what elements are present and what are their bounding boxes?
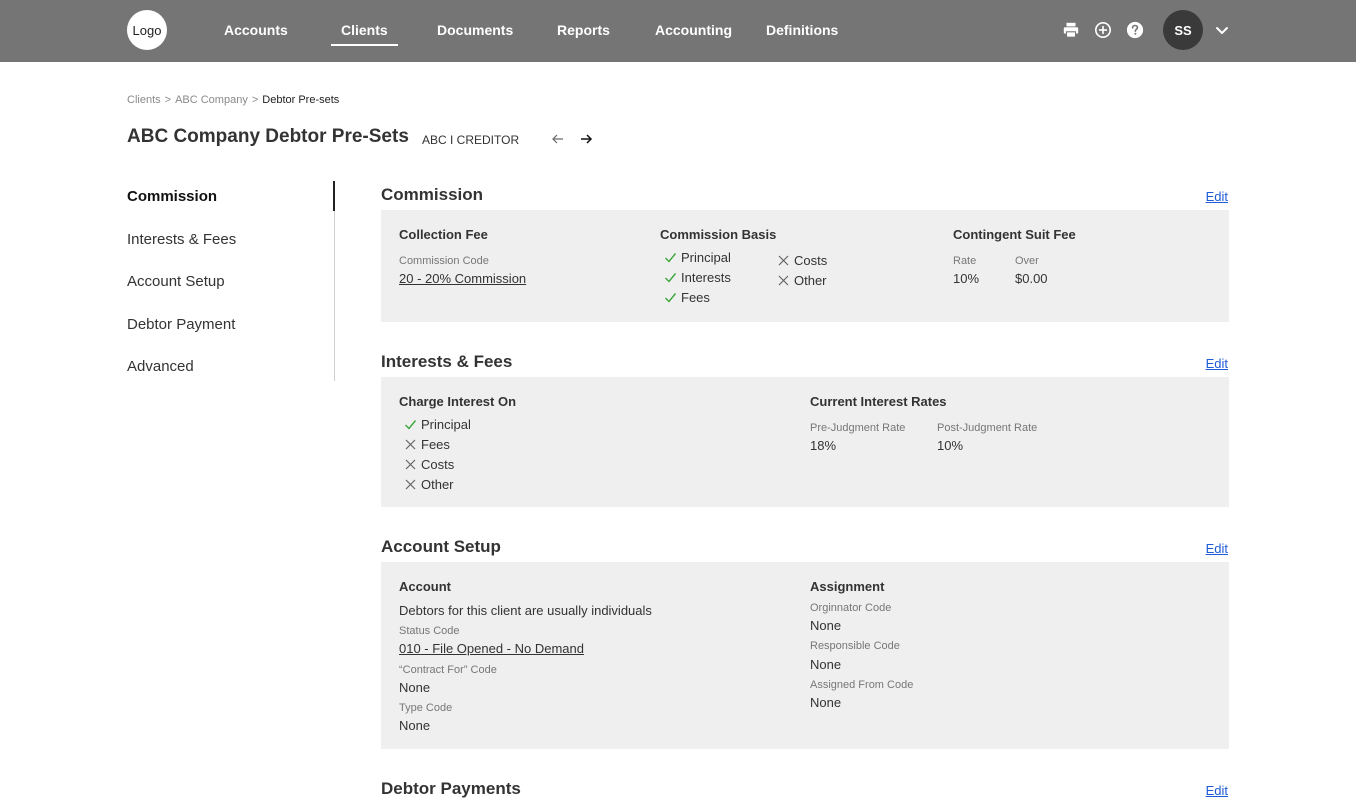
check-icon <box>665 253 677 263</box>
nav-accounts[interactable]: Accounts <box>224 22 288 38</box>
type-code-value: None <box>399 718 431 733</box>
basis-interests: Interests <box>664 270 731 285</box>
basis-costs: Costs <box>777 253 827 268</box>
printer-icon[interactable] <box>1061 20 1081 40</box>
charge-interest-label: Charge Interest On <box>399 394 517 409</box>
breadcrumb-separator: > <box>251 94 259 106</box>
edit-commission-link[interactable]: Edit <box>1206 189 1228 204</box>
chevron-down-icon[interactable] <box>1213 21 1231 39</box>
charge-costs: Costs <box>404 457 454 472</box>
originator-code-label: Orginnator Code <box>810 602 892 614</box>
commission-basis-label: Commission Basis <box>660 227 777 242</box>
basis-principal: Principal <box>664 250 731 265</box>
x-icon <box>405 439 416 450</box>
assignment-label: Assignment <box>810 579 885 594</box>
responsible-code-label: Responsible Code <box>810 640 900 652</box>
edit-interests-link[interactable]: Edit <box>1206 356 1228 371</box>
check-icon <box>665 293 677 303</box>
check-icon <box>405 420 417 430</box>
contract-for-code-label: “Contract For” Code <box>399 664 497 676</box>
rate-label: Rate <box>953 255 977 267</box>
contingent-suit-fee-label: Contingent Suit Fee <box>953 227 1076 242</box>
charge-costs-text: Costs <box>421 457 455 472</box>
page-title: ABC Company Debtor Pre-Sets <box>127 126 409 147</box>
basis-principal-text: Principal <box>681 250 731 265</box>
current-interest-rates-label: Current Interest Rates <box>810 394 947 409</box>
collection-fee-label: Collection Fee <box>399 227 488 242</box>
basis-other-text: Other <box>794 273 827 288</box>
edit-debtor-payments-link[interactable]: Edit <box>1206 783 1228 798</box>
charge-fees: Fees <box>404 437 450 452</box>
charge-principal: Principal <box>404 417 471 432</box>
plus-circle-icon[interactable] <box>1093 20 1113 40</box>
arrow-right-icon[interactable] <box>578 131 594 147</box>
charge-principal-text: Principal <box>421 417 471 432</box>
help-icon[interactable] <box>1125 20 1145 40</box>
basis-other: Other <box>777 273 827 288</box>
logo[interactable]: Logo <box>127 10 167 50</box>
arrow-left-icon[interactable] <box>550 131 566 147</box>
post-judgment-rate-value: 10% <box>937 438 964 453</box>
assigned-from-code-value: None <box>810 695 842 710</box>
sidenav-item-advanced[interactable]: Advanced <box>127 358 194 375</box>
status-code-link[interactable]: 010 - File Opened - No Demand <box>399 641 584 656</box>
account-description: Debtors for this client are usually indi… <box>399 603 652 618</box>
x-icon <box>405 459 416 470</box>
sidenav-divider <box>334 181 335 381</box>
account-setup-panel: Account Debtors for this client are usua… <box>381 562 1229 749</box>
basis-costs-text: Costs <box>794 253 828 268</box>
avatar[interactable]: SS <box>1163 10 1203 50</box>
assigned-from-code-label: Assigned From Code <box>810 679 914 691</box>
sidenav-item-account-setup[interactable]: Account Setup <box>127 273 225 290</box>
originator-code-value: None <box>810 618 842 633</box>
breadcrumb: Clients > ABC Company > Debtor Pre-sets <box>127 94 339 106</box>
breadcrumb-separator: > <box>164 94 172 106</box>
nav-definitions[interactable]: Definitions <box>766 22 838 38</box>
commission-panel: Collection Fee Commission Code 20 - 20% … <box>381 210 1229 322</box>
section-title-debtor-payments: Debtor Payments <box>381 779 521 798</box>
responsible-code-value: None <box>810 657 842 672</box>
sidenav-active-indicator <box>333 181 335 211</box>
charge-fees-text: Fees <box>421 437 450 452</box>
basis-fees-text: Fees <box>681 290 710 305</box>
status-code-label: Status Code <box>399 625 460 637</box>
breadcrumb-clients[interactable]: Clients <box>127 94 161 106</box>
commission-code-link[interactable]: 20 - 20% Commission <box>399 271 526 286</box>
rate-value: 10% <box>953 271 980 286</box>
contract-for-code-value: None <box>399 680 431 695</box>
post-judgment-rate-label: Post-Judgment Rate <box>937 422 1038 434</box>
nav-documents[interactable]: Documents <box>437 22 513 38</box>
x-icon <box>778 255 789 266</box>
nav-clients[interactable]: Clients <box>331 22 398 46</box>
over-label: Over <box>1015 255 1039 267</box>
over-value: $0.00 <box>1015 271 1048 286</box>
section-title-interests-fees: Interests & Fees <box>381 352 513 371</box>
nav-accounting[interactable]: Accounting <box>655 22 732 38</box>
x-icon <box>778 275 789 286</box>
breadcrumb-abc-company[interactable]: ABC Company <box>175 94 248 106</box>
breadcrumb-current: Debtor Pre-sets <box>262 94 340 106</box>
pre-judgment-rate-value: 18% <box>810 438 837 453</box>
basis-interests-text: Interests <box>681 270 731 285</box>
charge-other: Other <box>404 477 454 492</box>
section-title-account-setup: Account Setup <box>381 537 501 556</box>
top-nav: Logo Accounts Clients Documents Reports … <box>0 0 1356 62</box>
x-icon <box>405 479 416 490</box>
nav-reports[interactable]: Reports <box>557 22 610 38</box>
account-label: Account <box>399 579 451 594</box>
charge-other-text: Other <box>421 477 454 492</box>
page-subtitle: ABC I CREDITOR <box>422 133 520 147</box>
check-icon <box>665 273 677 283</box>
section-title-commission: Commission <box>381 185 484 204</box>
commission-code-label: Commission Code <box>399 255 489 267</box>
pre-judgment-rate-label: Pre-Judgment Rate <box>810 422 906 434</box>
edit-account-setup-link[interactable]: Edit <box>1206 541 1228 556</box>
type-code-label: Type Code <box>399 702 453 714</box>
basis-fees: Fees <box>664 290 710 305</box>
sidenav-item-debtor-payment[interactable]: Debtor Payment <box>127 316 235 333</box>
sidenav-item-commission[interactable]: Commission <box>127 188 217 205</box>
sidenav-item-interests-fees[interactable]: Interests & Fees <box>127 231 236 248</box>
interests-panel: Charge Interest On Principal Fees Costs … <box>381 377 1229 507</box>
